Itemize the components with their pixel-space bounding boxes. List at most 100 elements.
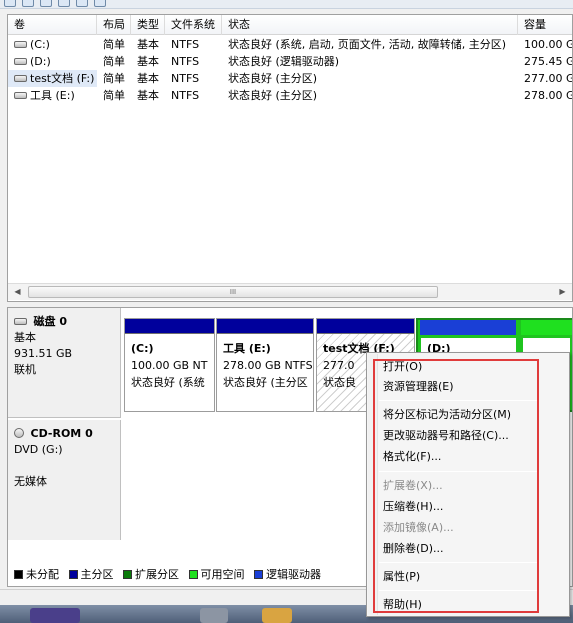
volume-name: 工具 (E:) (30, 89, 75, 102)
partition-bar (125, 319, 214, 334)
menu-separator (379, 562, 539, 563)
menu-separator (379, 471, 539, 472)
disk-name: 磁盘 0 (33, 315, 67, 328)
volume-type: 基本 (137, 38, 159, 51)
taskbar-app-icon[interactable] (200, 608, 228, 623)
column-header-layout[interactable]: 布局 (97, 15, 131, 35)
toolbar-button-icon[interactable] (94, 0, 106, 7)
volume-capacity: 275.45 GI (524, 55, 573, 68)
volume-filesystem: NTFS (171, 38, 200, 51)
column-header-status[interactable]: 状态 (222, 15, 518, 35)
legend-item: 逻辑驱动器 (254, 566, 321, 582)
drive-icon (14, 57, 27, 65)
menu-item-open[interactable]: 打开(O) (383, 358, 422, 376)
legend-item: 主分区 (68, 566, 114, 582)
volume-capacity: 278.00 GI (524, 89, 573, 102)
volume-list: 卷 布局 类型 文件系统 状态 容量 (C:) 简单 基本 NTFS 状态良好 … (7, 14, 573, 302)
volume-filesystem: NTFS (171, 72, 200, 85)
volume-type: 基本 (137, 89, 159, 102)
volume-layout: 简单 (103, 72, 125, 85)
volume-filesystem: NTFS (171, 89, 200, 102)
partition-e[interactable]: 工具 (E:) 278.00 GB NTFS 状态良好 (主分区 (216, 318, 314, 412)
volume-layout: 简单 (103, 55, 125, 68)
volume-status: 状态良好 (逻辑驱动器) (228, 55, 340, 68)
partition-size: 278.00 GB NTFS (223, 359, 313, 372)
partition-name: (C:) (131, 342, 154, 355)
column-header-type[interactable]: 类型 (131, 15, 165, 35)
drive-icon (14, 91, 27, 99)
partition-status: 状态良好 (系统 (131, 376, 205, 389)
legend-swatch (188, 570, 198, 579)
menu-item-format[interactable]: 格式化(F)... (383, 448, 441, 466)
scroll-right-icon[interactable]: ▶ (554, 284, 571, 301)
menu-separator (379, 400, 539, 401)
volume-row[interactable]: (C:) 简单 基本 NTFS 状态良好 (系统, 启动, 页面文件, 活动, … (8, 36, 573, 53)
cdrom-0-label[interactable]: CD-ROM 0 DVD (G:) 无媒体 (8, 420, 121, 540)
partition-c[interactable]: (C:) 100.00 GB NT 状态良好 (系统 (124, 318, 215, 412)
menu-item-mark-active[interactable]: 将分区标记为活动分区(M) (383, 406, 511, 424)
column-header-filesystem[interactable]: 文件系统 (165, 15, 222, 35)
legend-swatch (14, 570, 23, 579)
disk-size: 931.51 GB (14, 347, 73, 360)
toolbar-button-icon[interactable] (40, 0, 52, 7)
logical-drive-bar (420, 320, 516, 335)
menu-item-extend-volume: 扩展卷(X)... (383, 479, 443, 492)
legend-swatch (68, 570, 78, 579)
toolbar (0, 0, 573, 9)
volume-status: 状态良好 (系统, 启动, 页面文件, 活动, 故障转储, 主分区) (228, 38, 507, 51)
volume-row[interactable]: test文档 (F:) 简单 基本 NTFS 状态良好 (主分区) 277.00… (8, 70, 573, 87)
toolbar-button-icon[interactable] (58, 0, 70, 7)
volume-layout: 简单 (103, 89, 125, 102)
toolbar-button-icon[interactable] (4, 0, 16, 7)
partition-bar (317, 319, 414, 334)
drive-icon (14, 40, 27, 48)
volume-status: 状态良好 (主分区) (228, 72, 318, 85)
volume-type: 基本 (137, 72, 159, 85)
volume-layout: 简单 (103, 38, 125, 51)
legend-item: 未分配 (14, 566, 59, 582)
context-menu: 打开(O) 资源管理器(E) 将分区标记为活动分区(M) 更改驱动器号和路径(C… (366, 352, 570, 617)
horizontal-scrollbar[interactable]: ◀ III ▶ (8, 283, 572, 300)
volume-filesystem: NTFS (171, 55, 200, 68)
taskbar-app-icon[interactable] (262, 608, 292, 623)
legend-item: 扩展分区 (123, 566, 179, 582)
menu-item-change-drive-letter[interactable]: 更改驱动器号和路径(C)... (383, 427, 509, 445)
disk-state: 联机 (14, 363, 36, 376)
toolbar-button-icon[interactable] (22, 0, 34, 7)
volume-name: (C:) (30, 38, 50, 51)
cdrom-name: CD-ROM 0 (30, 427, 93, 440)
scroll-left-icon[interactable]: ◀ (9, 284, 26, 301)
menu-gutter (368, 354, 378, 615)
volume-row[interactable]: 工具 (E:) 简单 基本 NTFS 状态良好 (主分区) 278.00 GI (8, 87, 573, 104)
menu-item-delete-volume[interactable]: 删除卷(D)... (383, 540, 444, 558)
menu-item-help[interactable]: 帮助(H) (383, 596, 422, 614)
menu-separator (379, 590, 539, 591)
menu-item-shrink-volume[interactable]: 压缩卷(H)... (383, 498, 443, 516)
menu-item-add-mirror: 添加镜像(A)... (383, 521, 454, 534)
legend-item: 可用空间 (188, 566, 245, 582)
volume-name: test文档 (F:) (30, 72, 95, 85)
column-header-volume[interactable]: 卷 (8, 15, 97, 35)
partition-status: 状态良好 (主分区 (223, 376, 308, 389)
drive-icon (14, 74, 27, 82)
menu-item-explorer[interactable]: 资源管理器(E) (383, 378, 454, 396)
partition-size: 100.00 GB NT (131, 359, 208, 372)
legend-swatch (254, 570, 263, 579)
volume-status: 状态良好 (主分区) (228, 89, 318, 102)
volume-capacity: 100.00 GI (524, 38, 573, 51)
menu-item-properties[interactable]: 属性(P) (383, 568, 420, 586)
partition-bar (217, 319, 313, 334)
disk-icon (14, 317, 27, 325)
volume-row[interactable]: (D:) 简单 基本 NTFS 状态良好 (逻辑驱动器) 275.45 GI (8, 53, 573, 70)
taskbar-app-icon[interactable] (30, 608, 80, 623)
cdrom-drive: DVD (G:) (14, 443, 63, 456)
disk-type: 基本 (14, 331, 36, 344)
volume-type: 基本 (137, 55, 159, 68)
volume-list-header: 卷 布局 类型 文件系统 状态 容量 (8, 15, 572, 35)
disk-0-label[interactable]: 磁盘 0 基本 931.51 GB 联机 (8, 308, 121, 418)
column-header-capacity[interactable]: 容量 (518, 15, 572, 35)
cdrom-media: 无媒体 (14, 475, 47, 488)
scrollbar-thumb[interactable]: III (28, 286, 438, 298)
volume-capacity: 277.00 GI (524, 72, 573, 85)
toolbar-button-icon[interactable] (76, 0, 88, 7)
